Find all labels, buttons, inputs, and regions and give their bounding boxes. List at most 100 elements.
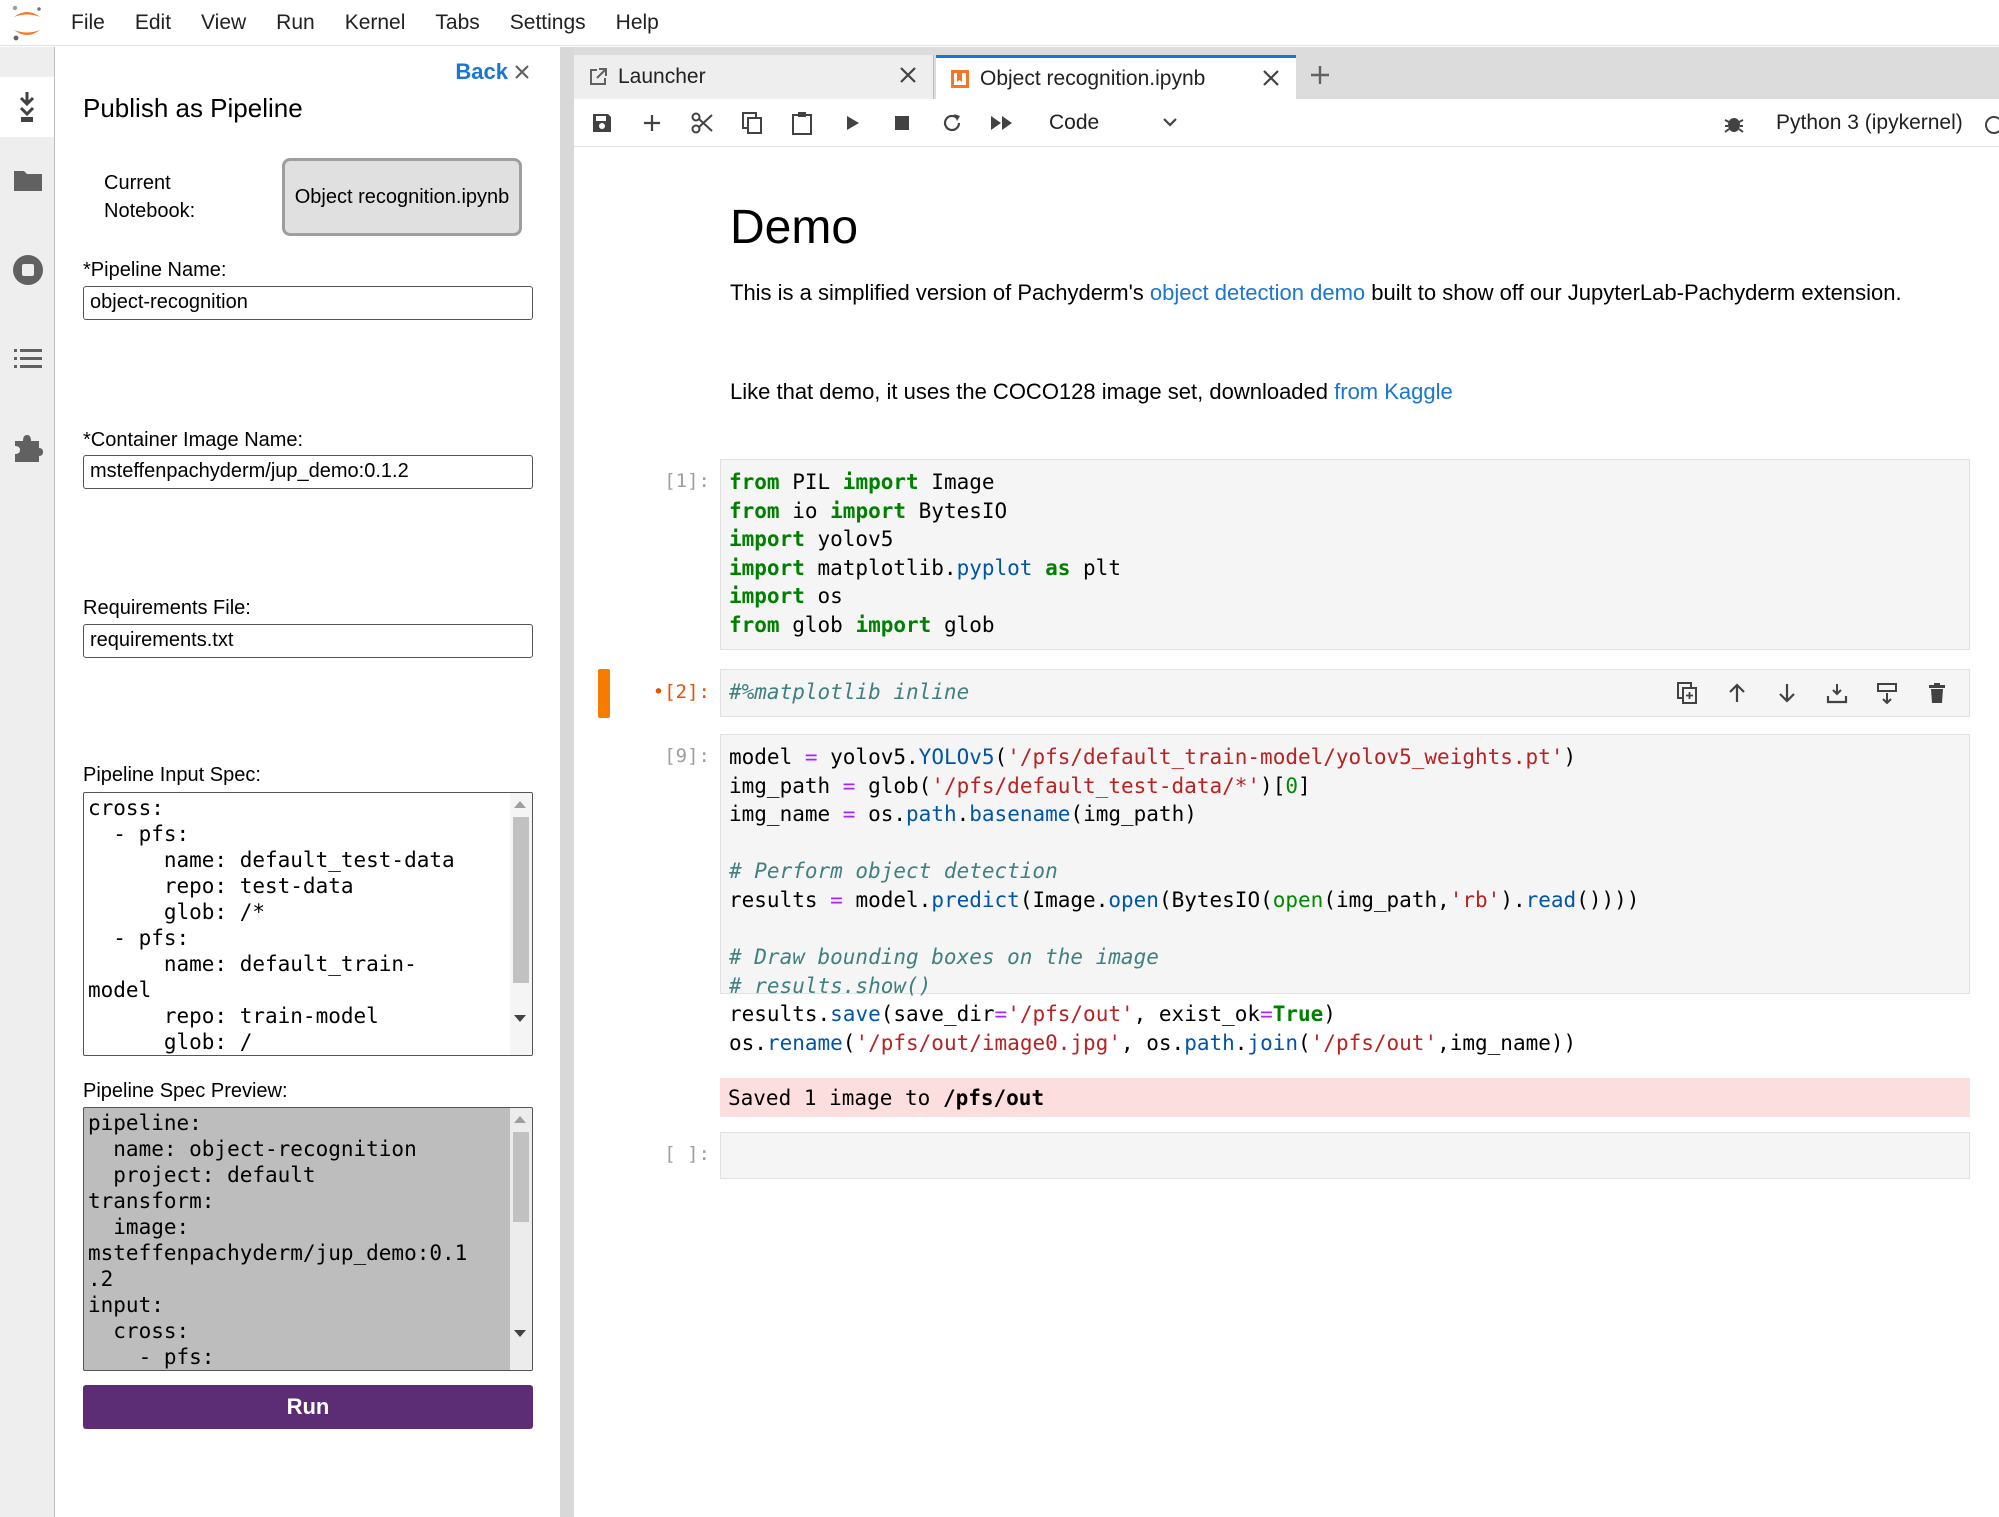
debugger-button[interactable] [1716, 105, 1752, 141]
output-message: Saved 1 image to [728, 1086, 943, 1110]
pachyderm-extension-tab[interactable] [0, 77, 54, 137]
plus-icon [644, 115, 660, 131]
close-icon[interactable] [1260, 67, 1282, 89]
code-editor[interactable]: from PIL import Image from io import Byt… [729, 468, 1121, 640]
table-of-contents-tab[interactable] [0, 329, 55, 389]
container-image-input[interactable]: msteffenpachyderm/jup_demo:0.1.2 [83, 455, 533, 489]
back-button[interactable]: Back [455, 59, 530, 85]
kaggle-link[interactable]: from Kaggle [1334, 379, 1453, 404]
run-button[interactable]: Run [83, 1385, 533, 1429]
list-icon [13, 349, 42, 368]
current-notebook-button[interactable]: Object recognition.ipynb [282, 158, 522, 236]
jupyter-logo-icon [12, 5, 41, 41]
move-cell-up-button[interactable] [1719, 675, 1755, 711]
code-cell-3[interactable]: model = yolov5.YOLOv5('/pfs/default_trai… [720, 734, 1970, 1055]
arrow-up-icon [1729, 683, 1745, 702]
restart-kernel-button[interactable] [934, 105, 970, 141]
cell-prompt: [9]: [664, 745, 710, 767]
save-icon [593, 114, 611, 132]
object-detection-demo-link[interactable]: object detection demo [1150, 280, 1365, 305]
input-spec-textarea[interactable]: cross: - pfs: name: default_test-data re… [83, 792, 533, 1056]
tab-label: Object recognition.ipynb [980, 66, 1206, 90]
cell-output: Saved 1 image to /pfs/out [720, 1078, 1970, 1117]
extension-manager-tab[interactable] [0, 418, 55, 478]
tab-launcher[interactable]: Launcher [574, 55, 934, 99]
panel-splitter[interactable] [560, 47, 574, 1517]
kernel-name[interactable]: Python 3 (ipykernel) [1776, 105, 1963, 141]
menu-file[interactable]: File [56, 0, 120, 46]
menu-edit[interactable]: Edit [120, 0, 186, 46]
scroll-up-arrow-icon[interactable] [514, 801, 526, 808]
notebook-icon [951, 69, 969, 88]
input-spec-label: Pipeline Input Spec: [83, 764, 261, 786]
refresh-icon [943, 114, 961, 132]
pipeline-name-label: *Pipeline Name: [83, 259, 227, 281]
external-link-icon [590, 68, 607, 85]
menu-run[interactable]: Run [261, 0, 330, 46]
code-editor[interactable]: #%matplotlib inline [729, 678, 969, 707]
input-spec-scrollbar[interactable] [510, 793, 532, 1055]
insert-cell-below-button[interactable] [1869, 675, 1905, 711]
panel-title: Publish as Pipeline [83, 93, 303, 123]
output-text: Saved 1 image to /pfs/out [728, 1084, 1044, 1112]
code-editor[interactable]: model = yolov5.YOLOv5('/pfs/default_trai… [729, 743, 1639, 1058]
move-cell-down-button[interactable] [1769, 675, 1805, 711]
insert-above-icon [1826, 684, 1848, 704]
menu-kernel[interactable]: Kernel [330, 0, 421, 46]
spec-preview-label: Pipeline Spec Preview: [83, 1080, 288, 1102]
input-spec-text: cross: - pfs: name: default_test-data re… [88, 796, 455, 1054]
menu-tabs[interactable]: Tabs [420, 0, 494, 46]
requirements-file-input[interactable]: requirements.txt [83, 624, 533, 658]
menu-help[interactable]: Help [601, 0, 674, 46]
copy-button[interactable] [734, 105, 770, 141]
close-icon[interactable] [897, 64, 919, 86]
menu-settings[interactable]: Settings [495, 0, 601, 46]
paragraph-text: built to show off our JupyterLab-Pachyde… [1365, 280, 1902, 305]
insert-cell-above-button[interactable] [1819, 675, 1855, 711]
container-image-label: *Container Image Name: [83, 429, 304, 451]
save-button[interactable] [584, 105, 620, 141]
scroll-up-arrow-icon[interactable] [514, 1116, 526, 1123]
code-cell-1[interactable]: from PIL import Image from io import Byt… [720, 459, 1970, 650]
new-tab-button[interactable] [1298, 55, 1342, 95]
restart-run-all-button[interactable] [984, 105, 1020, 141]
pipeline-name-input[interactable]: object-recognition [83, 286, 533, 320]
pachyderm-icon [19, 92, 35, 122]
chevron-down-icon [1163, 118, 1177, 127]
menu-bar: File Edit View Run Kernel Tabs Settings … [0, 0, 1999, 46]
code-cell-4[interactable] [720, 1132, 1970, 1179]
delete-cell-button[interactable] [1919, 675, 1955, 711]
cut-button[interactable] [684, 105, 720, 141]
main-area: Launcher Object recognition.ipynb Code P… [574, 47, 1999, 1517]
paragraph-text: This is a simplified version of Pachyder… [730, 280, 1150, 305]
menu-items: File Edit View Run Kernel Tabs Settings … [56, 0, 674, 46]
scroll-down-arrow-icon[interactable] [514, 1015, 526, 1022]
menu-view[interactable]: View [186, 0, 261, 46]
kernel-status-icon [1985, 116, 1999, 134]
bug-icon [1724, 118, 1744, 133]
scroll-thumb[interactable] [513, 817, 529, 983]
fast-forward-icon [991, 116, 1012, 130]
cell-prompt: [ ]: [664, 1143, 710, 1165]
cell-prompt: [1]: [664, 470, 710, 492]
spec-preview-text: pipeline: name: object-recognition proje… [88, 1111, 468, 1369]
interrupt-kernel-button[interactable] [884, 105, 920, 141]
requirements-file-label: Requirements File: [83, 597, 251, 619]
scroll-down-arrow-icon[interactable] [514, 1330, 526, 1337]
running-sessions-tab[interactable] [0, 240, 55, 300]
tab-label: Launcher [618, 65, 706, 88]
clipboard-icon [792, 112, 812, 135]
puzzle-icon [14, 435, 43, 462]
output-path: /pfs/out [942, 1086, 1045, 1110]
code-cell-2[interactable]: #%matplotlib inline [720, 669, 1970, 717]
file-browser-tab[interactable] [0, 150, 55, 210]
close-icon [515, 65, 529, 79]
duplicate-cell-button[interactable] [1669, 675, 1705, 711]
paste-button[interactable] [784, 105, 820, 141]
scroll-thumb[interactable] [513, 1132, 529, 1222]
tab-object-recognition-notebook[interactable]: Object recognition.ipynb [936, 55, 1296, 99]
cell-prompt: •[2]: [652, 681, 710, 703]
run-cell-button[interactable] [834, 105, 870, 141]
spec-preview-scrollbar[interactable] [510, 1108, 532, 1370]
insert-cell-button[interactable] [634, 105, 670, 141]
